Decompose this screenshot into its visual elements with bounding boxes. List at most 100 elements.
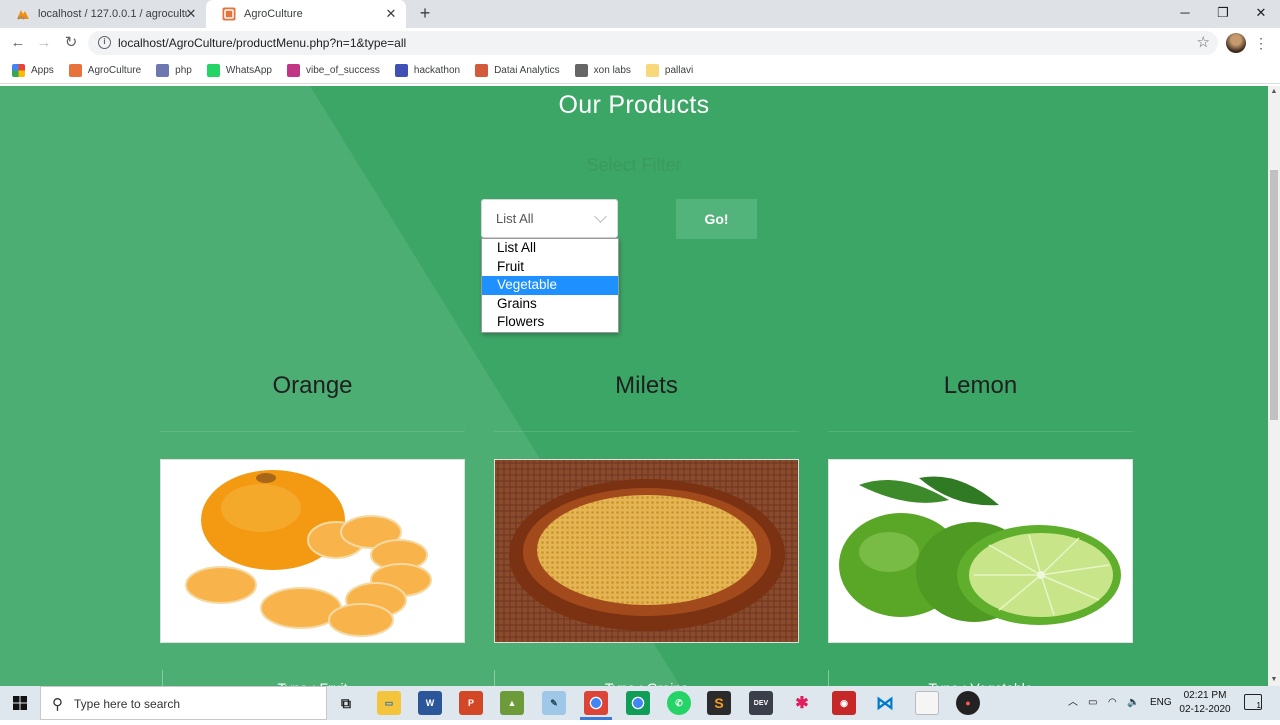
divider: [494, 431, 799, 432]
divider: [160, 431, 465, 432]
tab-phpmyadmin[interactable]: php localhost / 127.0.0.1 / agroculture …: [0, 0, 206, 28]
bookmark-label: Datai Analytics: [494, 65, 560, 76]
forward-icon[interactable]: →: [34, 33, 54, 53]
divider: [828, 670, 829, 686]
phpmyadmin-icon: [156, 64, 170, 77]
close-icon[interactable]: ✕: [184, 7, 198, 21]
sublime-text-icon[interactable]: S: [707, 691, 731, 715]
page-scrollbar[interactable]: ▲ ▼: [1268, 86, 1280, 686]
agroculture-icon: [68, 64, 82, 77]
bookmark-label: pallavi: [664, 65, 694, 76]
svg-text:php: php: [18, 15, 26, 20]
product-name-lemon[interactable]: Lemon: [828, 372, 1133, 400]
reload-icon[interactable]: ↻: [61, 33, 81, 53]
bookmark-agroculture[interactable]: AgroCulture: [68, 64, 142, 77]
tab-title: AgroCulture: [244, 8, 303, 20]
lemon-image[interactable]: [828, 459, 1133, 643]
bookmark-whatsapp[interactable]: WhatsApp: [206, 64, 272, 77]
chevron-down-icon: [594, 210, 607, 223]
filter-dropdown-list: List All Fruit Vegetable Grains Flowers: [481, 238, 619, 333]
menu-kebab-icon[interactable]: ⋮: [1254, 33, 1268, 53]
info-icon[interactable]: i: [98, 36, 111, 49]
photos-icon[interactable]: ▲: [500, 691, 524, 715]
option-flowers[interactable]: Flowers: [482, 313, 618, 332]
vscode-icon[interactable]: ⋈: [873, 691, 897, 715]
taskbar-search[interactable]: ⚲ Type here to search: [40, 686, 327, 720]
filter-select[interactable]: List All: [481, 199, 618, 238]
notes-icon[interactable]: ✎: [542, 691, 566, 715]
bookmark-hackathon[interactable]: hackathon: [394, 64, 460, 77]
products-page: Our Products Select Filter List All Go! …: [0, 86, 1268, 686]
windows-taskbar: ⚲ Type here to search ⧉ ▭ W P ▲ ✎ ✆ S DE…: [0, 686, 1280, 720]
product-name-milets[interactable]: Milets: [494, 372, 799, 400]
xon-labs-icon: [574, 64, 588, 77]
camera-icon[interactable]: ◉: [832, 691, 856, 715]
back-icon[interactable]: ←: [8, 33, 28, 53]
bookmark-pallavi[interactable]: pallavi: [645, 64, 694, 77]
tab-agroculture[interactable]: AgroCulture ✕: [206, 0, 406, 28]
word-icon[interactable]: W: [418, 691, 442, 715]
obs-icon[interactable]: ●: [956, 691, 980, 715]
apps-grid-icon: [12, 64, 25, 77]
chrome-profile-icon[interactable]: [626, 691, 650, 715]
scroll-down-icon[interactable]: ▼: [1268, 674, 1280, 686]
select-value: List All: [496, 211, 534, 226]
filter-label: Select Filter: [586, 155, 682, 175]
slack-icon[interactable]: ✱: [790, 691, 814, 715]
battery-icon[interactable]: ▭: [1088, 686, 1097, 720]
product-name-orange[interactable]: Orange: [160, 372, 465, 400]
system-clock[interactable]: 02:21 PM 02-12-2020: [1166, 689, 1244, 717]
option-list-all[interactable]: List All: [482, 239, 618, 258]
devpost-icon: [394, 64, 408, 77]
datai-icon: [475, 64, 489, 77]
go-button[interactable]: Go!: [676, 199, 757, 239]
whatsapp-icon[interactable]: ✆: [667, 691, 691, 715]
wifi-icon[interactable]: ◠: [1108, 686, 1117, 720]
bookmark-label: AgroCulture: [87, 65, 142, 76]
instagram-icon: [286, 64, 300, 77]
option-fruit[interactable]: Fruit: [482, 258, 618, 277]
bookmark-datai-analytics[interactable]: Datai Analytics: [475, 64, 560, 77]
divider: [494, 670, 495, 686]
chevron-up-icon[interactable]: ︿: [1068, 686, 1078, 720]
window-close-icon[interactable]: ✕: [1242, 0, 1280, 28]
notification-icon[interactable]: 1: [1244, 694, 1262, 710]
phpmyadmin-icon: php: [16, 7, 30, 21]
bookmark-vibe-of-success[interactable]: vibe_of_success: [286, 64, 380, 77]
file-icon[interactable]: [915, 691, 939, 715]
bookmark-apps[interactable]: Apps: [12, 64, 54, 77]
agroculture-icon: [222, 7, 236, 21]
new-tab-icon[interactable]: +: [414, 3, 436, 25]
search-placeholder: Type here to search: [74, 697, 181, 711]
bookmark-label: php: [175, 65, 192, 76]
devcpp-icon[interactable]: DEV: [749, 691, 773, 715]
scroll-up-icon[interactable]: ▲: [1268, 86, 1280, 98]
maximize-icon[interactable]: ❐: [1204, 0, 1242, 28]
chrome-icon[interactable]: [584, 691, 608, 715]
millets-image[interactable]: [494, 459, 799, 643]
tab-strip: php localhost / 127.0.0.1 / agroculture …: [0, 0, 1280, 28]
orange-image[interactable]: [160, 459, 465, 643]
clock-date: 02-12-2020: [1179, 704, 1231, 715]
bookmark-star-icon[interactable]: ☆: [1197, 33, 1210, 51]
tab-title: localhost / 127.0.0.1 / agroculture: [38, 8, 188, 20]
profile-avatar[interactable]: [1226, 33, 1246, 53]
option-grains[interactable]: Grains: [482, 295, 618, 314]
powerpoint-icon[interactable]: P: [459, 691, 483, 715]
option-vegetable[interactable]: Vegetable: [482, 276, 618, 295]
bookmark-label: Apps: [31, 65, 54, 76]
url-text[interactable]: localhost/AgroCulture/productMenu.php?n=…: [118, 36, 406, 50]
address-bar[interactable]: i localhost/AgroCulture/productMenu.php?…: [88, 31, 1218, 55]
notification-count: 1: [1256, 701, 1261, 710]
close-icon[interactable]: ✕: [384, 7, 398, 21]
bookmark-xon-labs[interactable]: xon labs: [574, 64, 631, 77]
bookmark-label: vibe_of_success: [305, 65, 380, 76]
windows-start-icon[interactable]: [0, 686, 40, 720]
task-view-icon[interactable]: ⧉: [334, 691, 358, 715]
bookmark-label: WhatsApp: [225, 65, 272, 76]
file-explorer-icon[interactable]: ▭: [377, 691, 401, 715]
minimize-icon[interactable]: ─: [1166, 0, 1204, 28]
bookmark-php[interactable]: php: [156, 64, 192, 77]
scrollbar-thumb[interactable]: [1270, 170, 1278, 420]
volume-icon[interactable]: 🔈: [1127, 686, 1139, 720]
